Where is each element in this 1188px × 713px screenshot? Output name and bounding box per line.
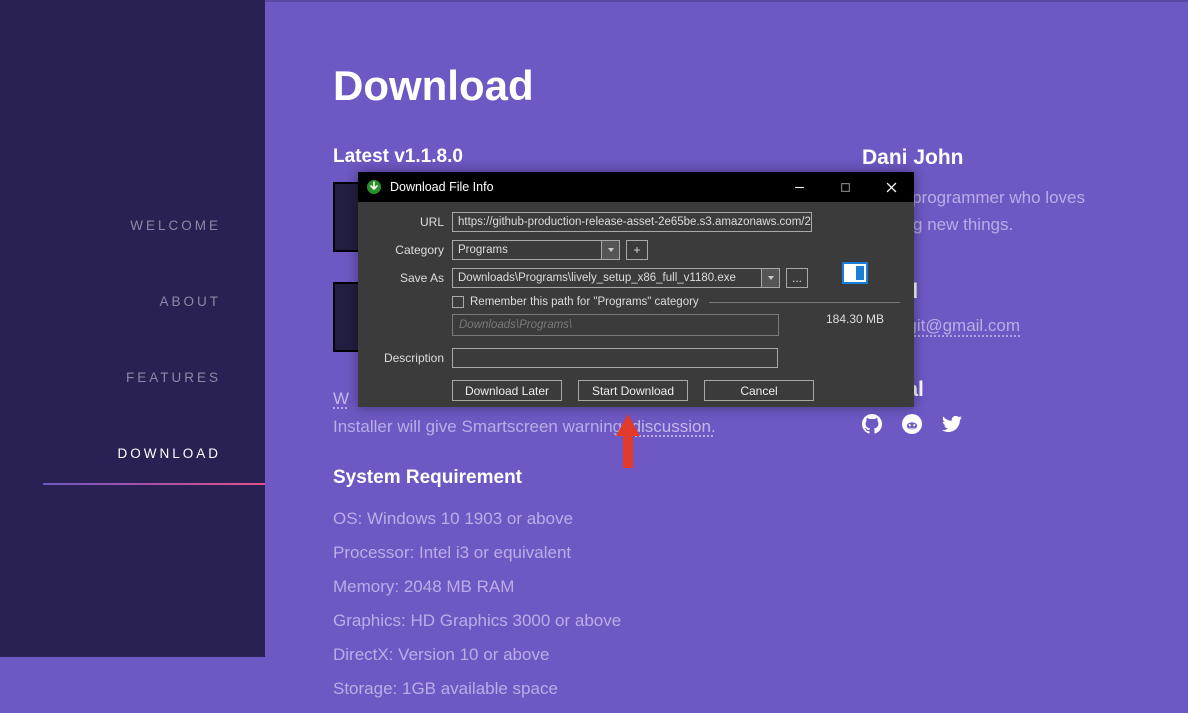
browse-button[interactable]: ...: [786, 268, 808, 288]
dialog-title: Download File Info: [390, 180, 776, 194]
sidebar-nav: WELCOME ABOUT FEATURES DOWNLOAD: [117, 218, 221, 522]
maximize-button[interactable]: [822, 172, 868, 202]
latest-version: Latest v1.1.8.0: [333, 146, 842, 168]
sysreq-os: OS: Windows 10 1903 or above: [333, 509, 842, 529]
cancel-button[interactable]: Cancel: [704, 380, 814, 401]
url-field[interactable]: https://github-production-release-asset-…: [452, 212, 812, 232]
remember-label: Remember this path for "Programs" catego…: [470, 296, 699, 308]
minimize-button[interactable]: [776, 172, 822, 202]
url-row: URL https://github-production-release-as…: [372, 212, 900, 232]
sidebar-item-download[interactable]: DOWNLOAD: [117, 446, 221, 461]
description-field[interactable]: [452, 348, 778, 368]
saveas-label: Save As: [372, 271, 444, 285]
add-category-button[interactable]: +: [626, 240, 648, 260]
sysreq-directx: DirectX: Version 10 or above: [333, 645, 842, 665]
social-icons: [862, 414, 1120, 434]
sidebar-item-about[interactable]: ABOUT: [117, 294, 221, 309]
url-label: URL: [372, 215, 444, 229]
file-type-icon: [842, 262, 868, 284]
description-label: Description: [372, 351, 444, 365]
category-select[interactable]: Programs: [452, 240, 602, 260]
twitter-icon[interactable]: [942, 414, 962, 434]
sysreq-cpu: Processor: Intel i3 or equivalent: [333, 543, 842, 563]
github-icon[interactable]: [862, 414, 882, 434]
download-dialog: Download File Info URL https://github-pr…: [358, 172, 914, 407]
sysreq-storage: Storage: 1GB available space: [333, 679, 842, 699]
file-size: 184.30 MB: [810, 312, 900, 326]
sidebar: WELCOME ABOUT FEATURES DOWNLOAD: [0, 0, 265, 657]
sidebar-item-welcome[interactable]: WELCOME: [117, 218, 221, 233]
start-download-button[interactable]: Start Download: [578, 380, 688, 401]
remember-checkbox[interactable]: [452, 296, 464, 308]
saveas-field[interactable]: Downloads\Programs\lively_setup_x86_full…: [452, 268, 762, 288]
saveas-dropdown-caret[interactable]: [762, 268, 780, 288]
remember-path-field[interactable]: Downloads\Programs\: [452, 314, 779, 336]
hint-prefix-link[interactable]: W: [333, 389, 349, 408]
author-name: Dani John: [862, 146, 1120, 170]
dialog-button-row: Download Later Start Download Cancel: [452, 380, 900, 401]
discussion-link[interactable]: discussion.: [632, 417, 716, 436]
sidebar-item-label: DOWNLOAD: [117, 446, 221, 461]
page-title: Download: [333, 62, 1120, 110]
sidebar-item-features[interactable]: FEATURES: [117, 370, 221, 385]
sysreq-graphics: Graphics: HD Graphics 3000 or above: [333, 611, 842, 631]
hint-text: Installer will give Smartscreen warning,: [333, 417, 627, 436]
category-label: Category: [372, 243, 444, 257]
close-button[interactable]: [868, 172, 914, 202]
sysreq-title: System Requirement: [333, 467, 842, 489]
hint-line: Installer will give Smartscreen warning,…: [333, 417, 842, 437]
download-later-button[interactable]: Download Later: [452, 380, 562, 401]
category-dropdown-caret[interactable]: [602, 240, 620, 260]
dialog-titlebar[interactable]: Download File Info: [358, 172, 914, 202]
idm-app-icon: [366, 179, 382, 195]
sidebar-active-underline: [43, 483, 265, 485]
description-row: Description: [372, 348, 900, 368]
reddit-icon[interactable]: [902, 414, 922, 434]
file-preview-pane: 184.30 MB: [810, 246, 900, 326]
sysreq-memory: Memory: 2048 MB RAM: [333, 577, 842, 597]
